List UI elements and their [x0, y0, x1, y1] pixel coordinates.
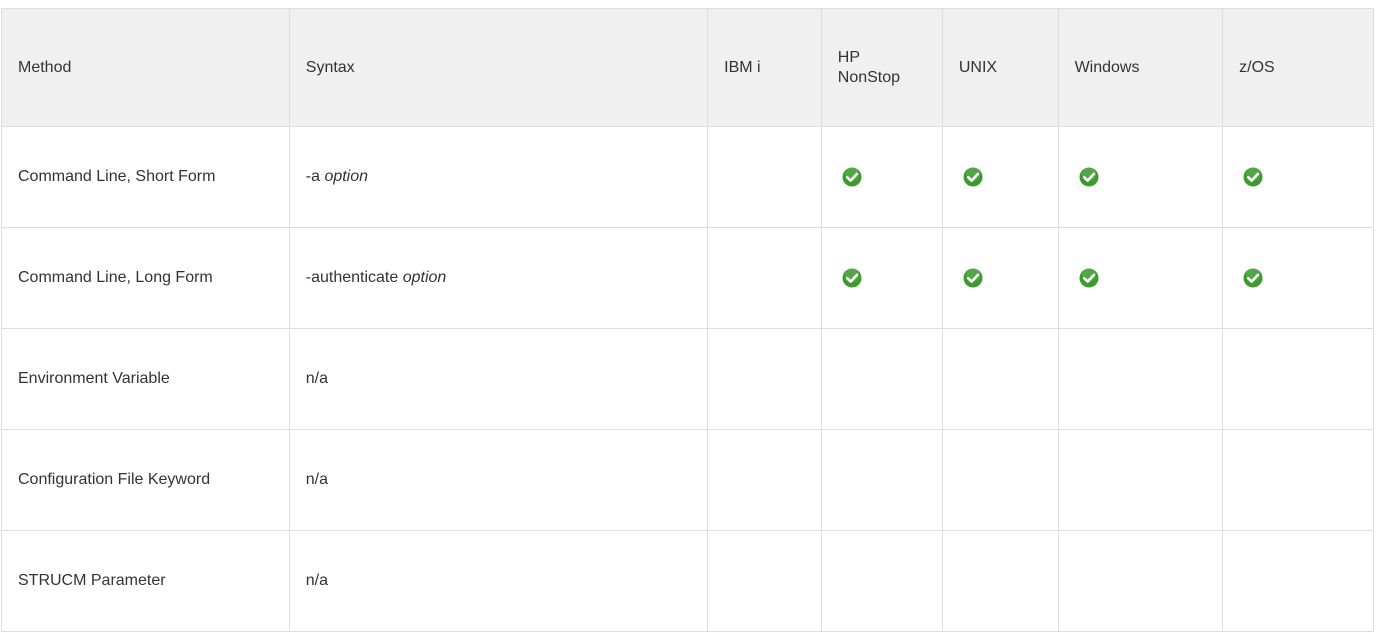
syntax-cell: n/a: [288, 328, 709, 430]
column-header-zos: z/OS: [1222, 8, 1374, 127]
hp-nonstop-cell: [820, 429, 943, 531]
zos-cell: [1222, 530, 1374, 632]
unix-cell: [941, 530, 1059, 632]
table-row: STRUCM Parameter n/a: [1, 530, 1374, 632]
unix-cell: [941, 328, 1059, 430]
check-circle-icon: [963, 166, 983, 187]
windows-cell: [1057, 530, 1224, 632]
method-cell: Command Line, Long Form: [1, 227, 290, 329]
syntax-text: n/a: [305, 471, 329, 488]
syntax-cell: n/a: [288, 429, 709, 531]
column-header-unix: UNIX: [941, 8, 1059, 127]
method-cell: Environment Variable: [1, 328, 290, 430]
check-circle-icon: [842, 267, 862, 288]
hp-nonstop-cell: [820, 227, 943, 329]
ibmi-cell: [707, 530, 822, 632]
configuration-methods-table: Method Syntax IBM i HP NonStop UNIX Wind…: [1, 8, 1374, 632]
ibmi-cell: [707, 227, 822, 329]
check-circle-icon: [1243, 166, 1263, 187]
column-header-windows: Windows: [1057, 8, 1224, 127]
syntax-text: n/a: [305, 572, 329, 589]
column-header-ibmi: IBM i: [707, 8, 822, 127]
unix-cell: [941, 126, 1059, 228]
ibmi-cell: [707, 328, 822, 430]
table-header-row: Method Syntax IBM i HP NonStop UNIX Wind…: [1, 8, 1374, 127]
table-row: Command Line, Short Form -a option: [1, 126, 1374, 228]
hp-nonstop-cell: [820, 530, 943, 632]
unix-cell: [941, 227, 1059, 329]
windows-cell: [1057, 227, 1224, 329]
windows-cell: [1057, 429, 1224, 531]
table-row: Command Line, Long Form -authenticate op…: [1, 227, 1374, 329]
syntax-text: -authenticate: [305, 269, 403, 286]
windows-cell: [1057, 328, 1224, 430]
windows-cell: [1057, 126, 1224, 228]
table-row: Configuration File Keyword n/a: [1, 429, 1374, 531]
column-header-hp-nonstop-label: HP NonStop: [837, 48, 901, 86]
ibmi-cell: [707, 126, 822, 228]
zos-cell: [1222, 227, 1374, 329]
zos-cell: [1222, 328, 1374, 430]
column-header-syntax: Syntax: [288, 8, 709, 127]
column-header-hp-nonstop: HP NonStop: [820, 8, 943, 127]
column-header-method: Method: [1, 8, 290, 127]
zos-cell: [1222, 429, 1374, 531]
syntax-text: n/a: [305, 370, 329, 387]
hp-nonstop-cell: [820, 328, 943, 430]
check-circle-icon: [842, 166, 862, 187]
method-cell: Command Line, Short Form: [1, 126, 290, 228]
unix-cell: [941, 429, 1059, 531]
zos-cell: [1222, 126, 1374, 228]
syntax-text: -a: [305, 168, 325, 185]
hp-nonstop-cell: [820, 126, 943, 228]
syntax-cell: n/a: [288, 530, 709, 632]
ibmi-cell: [707, 429, 822, 531]
syntax-argument: option: [324, 168, 369, 185]
check-circle-icon: [1079, 267, 1099, 288]
check-circle-icon: [963, 267, 983, 288]
syntax-cell: -authenticate option: [288, 227, 709, 329]
method-cell: STRUCM Parameter: [1, 530, 290, 632]
check-circle-icon: [1079, 166, 1099, 187]
syntax-argument: option: [402, 269, 447, 286]
method-cell: Configuration File Keyword: [1, 429, 290, 531]
check-circle-icon: [1243, 267, 1263, 288]
syntax-cell: -a option: [288, 126, 709, 228]
table-row: Environment Variable n/a: [1, 328, 1374, 430]
